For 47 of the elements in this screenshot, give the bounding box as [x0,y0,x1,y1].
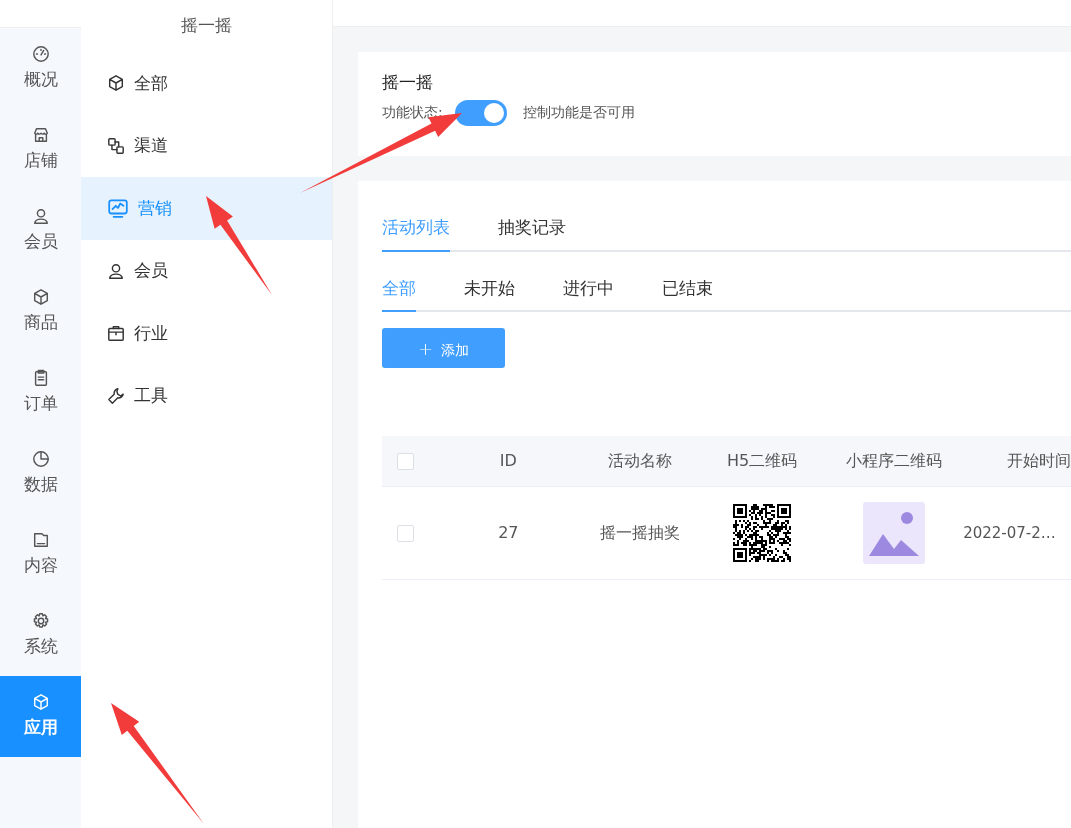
checkbox[interactable] [396,452,414,470]
submenu-item[interactable]: 会员 [81,239,332,302]
submenu-item[interactable]: 工具 [81,364,332,427]
rail-nav-item[interactable]: 订单 [0,352,81,433]
box-icon [107,74,125,93]
box-icon [31,287,50,306]
rail-nav-item[interactable]: 概况 [0,28,81,109]
checkbox[interactable] [396,524,414,542]
qr-code-icon [733,503,792,562]
box-icon [31,692,50,711]
briefcase-icon [107,324,125,343]
settings-icon [31,611,50,630]
nodes-icon [107,136,125,155]
image-placeholder-icon [862,501,925,564]
table-cell: 2022-07-2… [963,523,1056,542]
rail-nav-item[interactable]: 商品 [0,271,81,352]
folder-icon [31,530,50,549]
submenu-item[interactable]: 行业 [81,302,332,365]
rail-nav-item[interactable]: 店铺 [0,109,81,190]
filter-tab[interactable]: 未开始 [464,275,515,312]
table-cell: 27 [498,522,519,542]
storefront-icon [31,125,50,144]
page-subtitle: 摇一摇 [181,13,232,37]
rail-nav-item[interactable]: 会员 [0,190,81,271]
column-header: 开始时间 [1006,450,1071,470]
gauge-icon [31,44,50,63]
column-header: 活动名称 [608,450,673,470]
rail-nav-item[interactable]: 内容 [0,514,81,595]
submenu-item[interactable]: 渠道 [81,114,332,177]
tab[interactable]: 抽奖记录 [498,215,566,252]
toggle-switch[interactable] [454,99,507,126]
filter-tab[interactable]: 已结束 [662,275,713,312]
person-icon [107,261,125,280]
pie-chart-icon [31,449,50,468]
monitor-chart-icon [107,197,129,220]
person-icon [31,206,50,225]
column-header: ID [499,450,517,470]
hint-text: 控制功能是否可用 [522,103,635,122]
rail-nav-item[interactable]: 系统 [0,595,81,676]
feature-title: 摇一摇 [382,71,434,94]
column-header: 小程序二维码 [845,450,942,470]
rail-nav-item[interactable]: 数据 [0,433,81,514]
column-header: H5二维码 [727,450,798,470]
wrench-icon [107,386,125,405]
submenu-item[interactable]: 全部 [81,52,332,115]
table-cell: 摇一摇抽奖 [600,522,681,542]
filter-tab[interactable]: 进行中 [563,275,614,312]
